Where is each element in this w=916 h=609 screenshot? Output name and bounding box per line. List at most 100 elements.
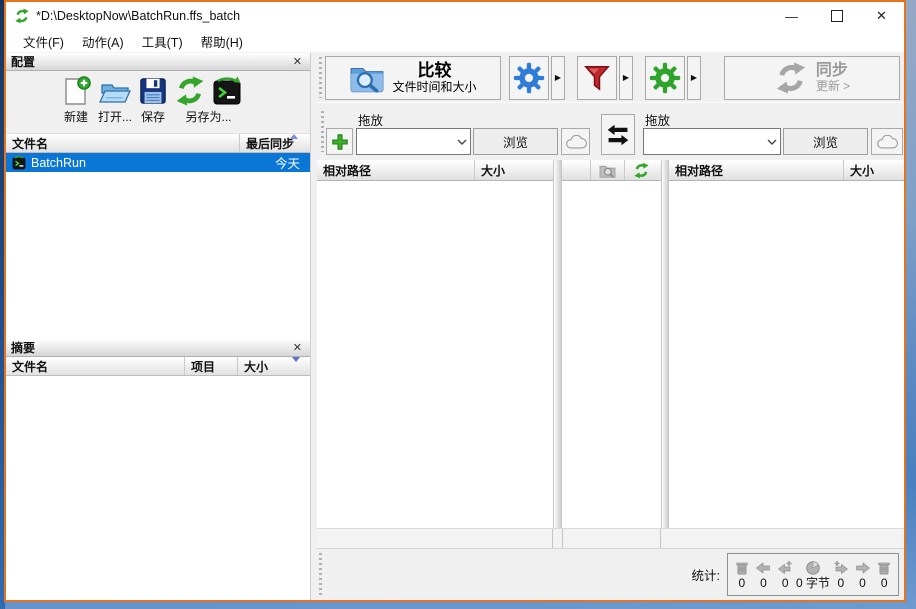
save-config-label: 保存 [141, 108, 165, 125]
batch-job-icon [12, 156, 26, 170]
right-browse-button[interactable]: 浏览 [783, 128, 868, 155]
folder-row-drag-handle[interactable] [321, 111, 324, 152]
title-bar[interactable]: *D:\DesktopNow\BatchRun.ffs_batch — ✕ [6, 2, 904, 30]
statistics-label: 统计: [692, 565, 727, 584]
config-list-header: 文件名 最后同步 [6, 134, 310, 153]
sync-disabled-icon [774, 61, 808, 95]
window-title: *D:\DesktopNow\BatchRun.ffs_batch [36, 9, 769, 23]
sync-settings-button[interactable] [645, 56, 685, 100]
sync-green-small-icon [633, 162, 650, 179]
sort-ascending-icon [290, 134, 298, 139]
summary-column-size[interactable]: 大小 [238, 358, 310, 375]
config-list-body[interactable] [6, 172, 310, 339]
summary-list-body[interactable] [6, 376, 310, 600]
statusbar-drag-handle[interactable] [319, 553, 322, 596]
stat-delete-left: 0 [731, 560, 753, 590]
right-combo-chevron-icon[interactable] [764, 139, 780, 145]
middle-grid-body[interactable] [562, 181, 661, 528]
save-as-button[interactable]: 另存为... [174, 75, 243, 125]
close-button[interactable]: ✕ [859, 2, 904, 30]
cloud-icon [876, 135, 898, 149]
sync-variant-label: 更新 > [816, 79, 850, 93]
compare-folder-search-icon [349, 61, 385, 95]
toolbar-drag-handle[interactable] [319, 57, 322, 98]
sync-label: 同步 [816, 62, 850, 79]
arrow-left-icon [755, 560, 771, 576]
filter-settings-button[interactable] [577, 56, 617, 100]
summary-list-header: 文件名 项目 大小 [6, 357, 310, 376]
right-file-grid: 相对路径 大小 [669, 160, 904, 528]
save-as-batch-icon[interactable] [211, 75, 243, 107]
summary-panel-caption: 摘要 ✕ [6, 339, 310, 357]
left-combo-chevron-icon[interactable] [454, 139, 470, 145]
new-file-icon [60, 75, 92, 107]
filter-funnel-icon [582, 63, 612, 93]
stat-delete-right: 0 [873, 560, 895, 590]
right-cloud-button[interactable] [871, 128, 903, 155]
add-folder-pair-button[interactable] [326, 128, 353, 155]
save-as-label: 另存为... [186, 108, 232, 125]
compare-variant-label: 文件时间和大小 [392, 80, 476, 94]
menu-bar: 文件(F) 动作(A) 工具(T) 帮助(H) [6, 30, 904, 53]
summary-panel-title: 摘要 [11, 339, 35, 356]
config-column-name[interactable]: 文件名 [6, 135, 239, 152]
filter-settings-dropdown[interactable]: ▶ [619, 56, 633, 100]
left-grid-body[interactable] [317, 181, 553, 528]
file-grids: 相对路径 大小 [317, 160, 904, 528]
left-browse-button[interactable]: 浏览 [473, 128, 558, 155]
open-folder-icon [98, 75, 132, 107]
save-config-button[interactable]: 保存 [138, 75, 168, 125]
compare-button[interactable]: 比较 文件时间和大小 [325, 56, 501, 100]
comparison-settings-button[interactable] [509, 56, 549, 100]
status-bar: 统计: 0 0 [317, 548, 904, 600]
left-grid-column-path[interactable]: 相对路径 [317, 162, 474, 179]
right-folder-combobox[interactable] [643, 128, 781, 155]
maximize-button[interactable] [814, 2, 859, 30]
app-logo-sync-icon [14, 8, 30, 24]
stat-create-right: 0 [830, 560, 852, 590]
minimize-button[interactable]: — [769, 2, 814, 30]
arrow-right-icon [855, 560, 871, 576]
left-grid-column-size[interactable]: 大小 [475, 162, 553, 179]
config-panel-close-icon[interactable]: ✕ [290, 55, 305, 68]
cloud-icon [565, 135, 587, 149]
open-config-button[interactable]: 打开... [98, 75, 132, 125]
right-grid-column-path[interactable]: 相对路径 [669, 162, 843, 179]
config-toolbar: 新建 打开... [6, 71, 310, 134]
middle-grid-header [562, 160, 661, 181]
right-grid-column-size[interactable]: 大小 [844, 162, 904, 179]
left-folder-combobox[interactable] [356, 128, 471, 155]
config-column-last-sync[interactable]: 最后同步 [240, 135, 310, 152]
folder-search-gray-icon [599, 163, 616, 178]
synchronize-button[interactable]: 同步 更新 > [724, 56, 900, 100]
right-grid-body[interactable] [669, 181, 904, 528]
left-drop-label: 拖放 [358, 110, 383, 129]
summary-column-items[interactable]: 项目 [185, 358, 237, 375]
sync-settings-dropdown[interactable]: ▶ [687, 56, 701, 100]
new-config-button[interactable]: 新建 [60, 75, 92, 125]
menu-help[interactable]: 帮助(H) [192, 30, 252, 53]
stat-bytes: 0 字节 [796, 560, 830, 590]
swap-sides-button[interactable] [601, 114, 635, 155]
summary-panel-close-icon[interactable]: ✕ [290, 341, 305, 354]
swap-view-sync-button[interactable] [624, 160, 657, 180]
config-row-batchrun[interactable]: BatchRun 今天 [6, 153, 310, 172]
menu-file[interactable]: 文件(F) [14, 30, 73, 53]
view-type-button[interactable] [590, 160, 624, 180]
config-panel: 配置 ✕ 新建 [6, 53, 311, 600]
left-cloud-button[interactable] [561, 128, 590, 155]
app-window: *D:\DesktopNow\BatchRun.ffs_batch — ✕ 文件… [4, 0, 906, 602]
comparison-settings-dropdown[interactable]: ▶ [551, 56, 565, 100]
summary-column-name[interactable]: 文件名 [6, 358, 184, 375]
maximize-icon [831, 10, 843, 22]
gear-blue-icon [513, 62, 545, 94]
horizontal-scrollbar-row[interactable] [317, 528, 904, 548]
save-as-sync-icon [174, 75, 206, 107]
menu-actions[interactable]: 动作(A) [73, 30, 133, 53]
arrow-left-plus-icon [777, 560, 793, 576]
left-grid-header: 相对路径 大小 [317, 160, 553, 181]
gear-green-icon [649, 62, 681, 94]
pie-chart-icon [805, 560, 821, 576]
menu-tools[interactable]: 工具(T) [133, 30, 192, 53]
delete-left-icon [734, 560, 750, 576]
